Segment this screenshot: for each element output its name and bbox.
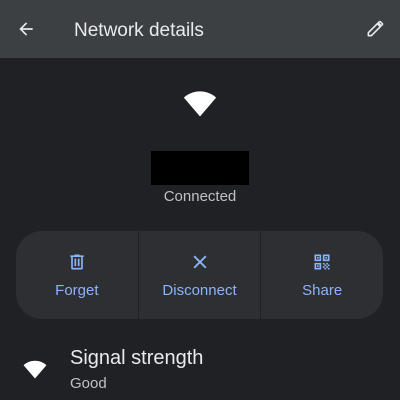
signal-strength-value: Good bbox=[70, 375, 107, 392]
forget-button[interactable]: Forget bbox=[16, 231, 138, 319]
signal-strength-title: Signal strength bbox=[70, 347, 204, 369]
disconnect-label: Disconnect bbox=[162, 282, 237, 299]
trash-icon bbox=[66, 251, 88, 273]
forget-label: Forget bbox=[55, 282, 99, 299]
wifi-icon bbox=[23, 360, 47, 379]
disconnect-button[interactable]: Disconnect bbox=[137, 231, 261, 319]
close-icon bbox=[189, 251, 211, 273]
back-button[interactable] bbox=[12, 15, 40, 43]
action-bar: Forget Disconnect Share bbox=[16, 231, 383, 319]
share-label: Share bbox=[302, 282, 343, 299]
share-button[interactable]: Share bbox=[260, 231, 383, 319]
qr-code-icon bbox=[311, 251, 333, 273]
arrow-back-icon bbox=[19, 22, 33, 36]
signal-strength-row[interactable]: Signal strength Good bbox=[0, 340, 400, 400]
app-bar: Network details bbox=[0, 0, 400, 58]
page-title: Network details bbox=[74, 20, 204, 41]
connection-status: Connected bbox=[163, 188, 237, 205]
pencil-icon bbox=[367, 20, 384, 37]
wifi-icon bbox=[183, 91, 217, 117]
edit-button[interactable] bbox=[362, 16, 388, 42]
network-name-redacted bbox=[151, 151, 249, 185]
network-details-screen: Network details Connected Forget Disconn… bbox=[0, 0, 400, 400]
